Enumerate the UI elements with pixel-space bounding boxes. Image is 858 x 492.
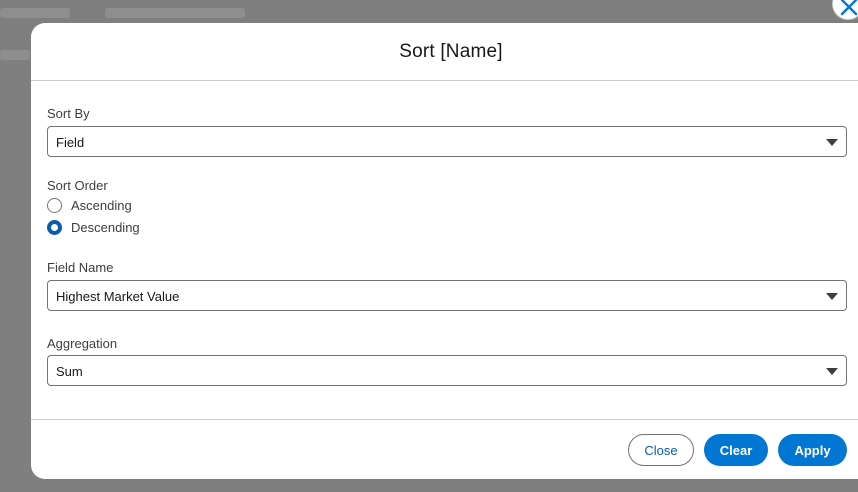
close-button[interactable]: Close xyxy=(628,434,694,466)
field-name-select[interactable]: Highest Market Value xyxy=(47,280,847,311)
background-tab xyxy=(105,8,245,18)
aggregation-value: Sum xyxy=(56,364,83,379)
radio-descending[interactable]: Descending xyxy=(47,218,140,236)
radio-ascending-label: Ascending xyxy=(71,197,132,213)
field-name-label: Field Name xyxy=(47,260,114,275)
sort-by-select[interactable]: Field xyxy=(47,126,847,157)
close-icon xyxy=(840,0,858,16)
aggregation-select[interactable]: Sum xyxy=(47,355,847,386)
sort-dialog: Sort [Name] Sort By Field Sort Order Asc… xyxy=(31,23,858,479)
chevron-down-icon xyxy=(826,368,838,375)
radio-descending-control[interactable] xyxy=(47,219,62,235)
aggregation-label: Aggregation xyxy=(47,336,118,351)
dialog-header: Sort [Name] xyxy=(31,23,858,81)
apply-button[interactable]: Apply xyxy=(778,434,847,466)
background-label xyxy=(0,50,30,60)
footer-divider xyxy=(31,419,858,420)
dialog-title: Sort [Name] xyxy=(399,40,503,62)
clear-button[interactable]: Clear xyxy=(704,434,768,466)
background-breadcrumb xyxy=(0,8,70,18)
sort-by-label: Sort By xyxy=(47,106,90,121)
chevron-down-icon xyxy=(826,293,838,300)
field-name-value: Highest Market Value xyxy=(56,289,180,304)
sort-order-label: Sort Order xyxy=(47,178,108,193)
radio-descending-label: Descending xyxy=(71,219,140,235)
radio-ascending[interactable]: Ascending xyxy=(47,196,132,214)
chevron-down-icon xyxy=(826,139,838,146)
sort-by-value: Field xyxy=(56,135,85,150)
radio-ascending-control[interactable] xyxy=(47,197,62,213)
